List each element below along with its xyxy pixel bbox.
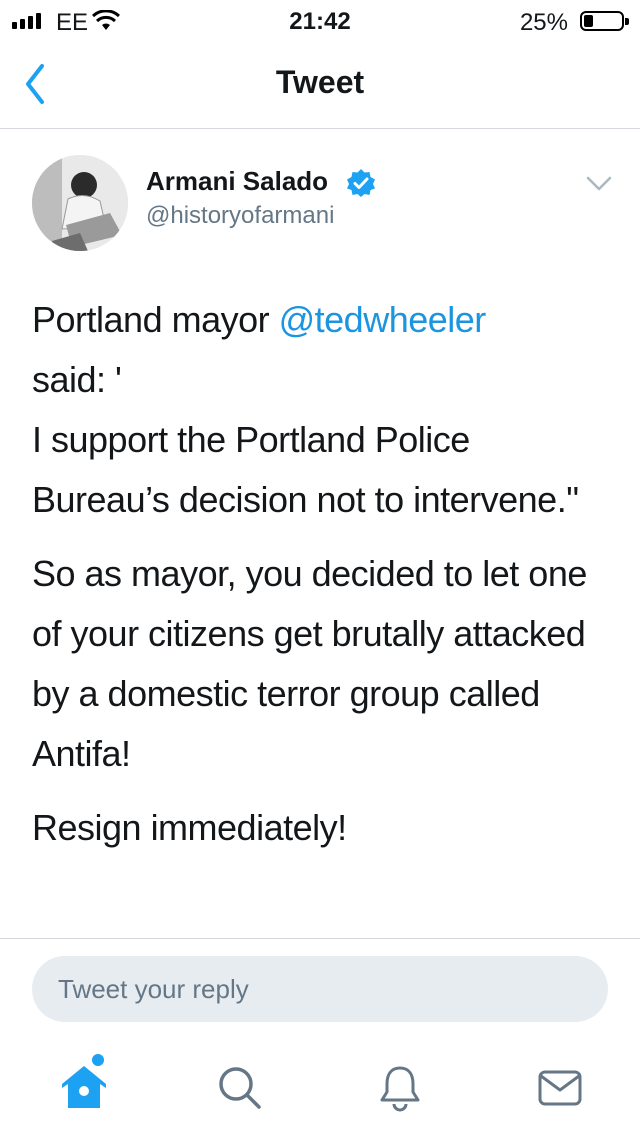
reply-input[interactable]: Tweet your reply [32,956,608,1022]
tweet-paragraph: Portland mayor @tedwheeler said: ' I sup… [32,290,612,530]
status-bar: EE 21:42 25% [0,0,640,40]
tweet-paragraph: So as mayor, you decided to let one of y… [32,553,587,774]
page-title: Tweet [275,64,365,100]
notifications-icon[interactable] [372,1060,428,1116]
author-handle[interactable]: @historyofarmani [146,202,334,230]
tweet-text-segment: Portland mayor [32,299,279,340]
search-icon[interactable] [212,1060,268,1116]
avatar[interactable] [32,155,128,251]
battery-icon [580,11,629,31]
tweet-paragraph: Resign immediately! [32,807,347,848]
author-name[interactable]: Armani Salado [146,166,328,197]
tweet-text-segment: I support the Portland Police Bureau’s d… [32,419,579,520]
messages-icon[interactable] [532,1060,588,1116]
verified-badge-icon [347,169,375,197]
nav-bar: Tweet [0,40,640,129]
battery-fill [584,15,593,27]
tweet-text-segment: said: ' [32,359,122,400]
tweet-text: Portland mayor @tedwheeler said: ' I sup… [32,290,612,872]
divider [0,938,640,939]
mention-link[interactable]: @tedwheeler [279,299,487,340]
home-icon[interactable] [56,1060,112,1116]
profile-photo [32,155,128,251]
battery-percent: 25% [519,9,568,36]
chevron-down-icon[interactable] [586,176,612,192]
